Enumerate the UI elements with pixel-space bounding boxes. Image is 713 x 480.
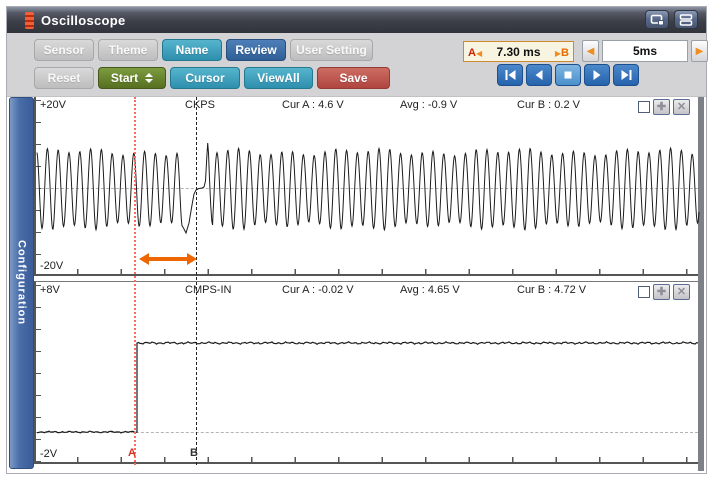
stop-button[interactable] [555,64,581,86]
ch1-name-label: CKPS [185,99,215,111]
skip-to-end-icon [620,69,633,81]
plus-icon: ✚ [657,287,666,298]
ch1-cursor-b-value: Cur B : 0.2 V [517,99,580,111]
ch1-close-button[interactable]: ✕ [673,99,690,115]
review-button[interactable]: Review [226,39,286,61]
title-bar: Oscilloscope [7,7,706,33]
skip-to-start-button[interactable] [497,64,523,86]
readout-b-label: B [561,47,569,59]
theme-button[interactable]: Theme [98,39,158,61]
sensor-button[interactable]: Sensor [34,39,94,61]
cursor-delta-time: 7.30 ms [496,45,540,59]
oscilloscope-window: Oscilloscope Sensor Theme Name [6,6,707,474]
user-setting-button[interactable]: User Setting [290,39,373,61]
timebase-decrease-button[interactable]: ◀ [582,40,599,62]
configuration-tab[interactable]: Configuration [9,97,34,469]
skip-to-start-icon [504,69,517,81]
ch2-name-label: CMPS-IN [185,284,231,296]
close-icon: ✕ [677,287,686,298]
ch2-cursor-a-value: Cur A : -0.02 V [282,284,354,296]
ch2-select-checkbox[interactable] [638,286,650,298]
ch2-avg-value: Avg : 4.65 V [400,284,460,296]
ch2-close-button[interactable]: ✕ [673,284,690,300]
app-icon [25,12,34,29]
cursor-b-label: B [190,447,198,459]
ch1-zoom-in-button[interactable]: ✚ [653,99,670,115]
step-back-icon [533,69,545,81]
stack-windows-button[interactable] [674,10,698,29]
step-back-button[interactable] [526,64,552,86]
ch1-avg-value: Avg : -0.9 V [400,99,457,111]
play-icon [591,69,603,81]
waveform-panes: +20V -20V CKPS Cur A : 4.6 V Avg : -0.9 … [34,97,698,471]
cursor-button[interactable]: Cursor [170,67,240,89]
cascade-window-button[interactable] [645,10,669,29]
ch2-range-top-label: +8V [40,284,60,296]
save-button[interactable]: Save [317,67,390,89]
start-spinner-icon [145,73,153,83]
cursor-b-line[interactable] [196,97,197,465]
timebase-value: 5ms [602,40,688,62]
toolbar: Sensor Theme Name Review User Setting Re… [7,33,706,97]
window-title: Oscilloscope [41,13,126,28]
stack-windows-icon [679,14,693,26]
stop-icon [562,69,574,81]
scope-area: Configuration +20V -20V CKPS Cur A : 4.6… [7,97,706,471]
cursor-a-line[interactable] [134,97,136,465]
timebase-increase-button[interactable]: ▶ [691,40,708,62]
close-icon: ✕ [677,102,686,113]
play-button[interactable] [584,64,610,86]
cascade-window-icon [650,14,665,26]
skip-to-end-button[interactable] [613,64,639,86]
cursor-time-readout: A◀ 7.30 ms ▶B [463,41,574,62]
readout-a-left-arrow-icon[interactable]: ◀ [476,49,482,58]
start-button[interactable]: Start [98,67,166,89]
reset-button[interactable]: Reset [34,67,94,89]
plus-icon: ✚ [657,102,666,113]
cursor-span-arrow [149,257,187,261]
cursor-a-label: A [128,447,136,459]
viewall-button[interactable]: ViewAll [244,67,313,89]
ch1-range-top-label: +20V [40,99,66,111]
ch2-cursor-b-value: Cur B : 4.72 V [517,284,586,296]
start-button-label: Start [111,71,138,85]
name-button[interactable]: Name [162,39,222,61]
ch2-range-bottom-label: -2V [40,448,57,460]
ch1-range-bottom-label: -20V [40,260,63,272]
ch1-cursor-a-value: Cur A : 4.6 V [282,99,344,111]
readout-a-label: A [468,47,476,59]
ch1-select-checkbox[interactable] [638,101,650,113]
ch2-zoom-in-button[interactable]: ✚ [653,284,670,300]
